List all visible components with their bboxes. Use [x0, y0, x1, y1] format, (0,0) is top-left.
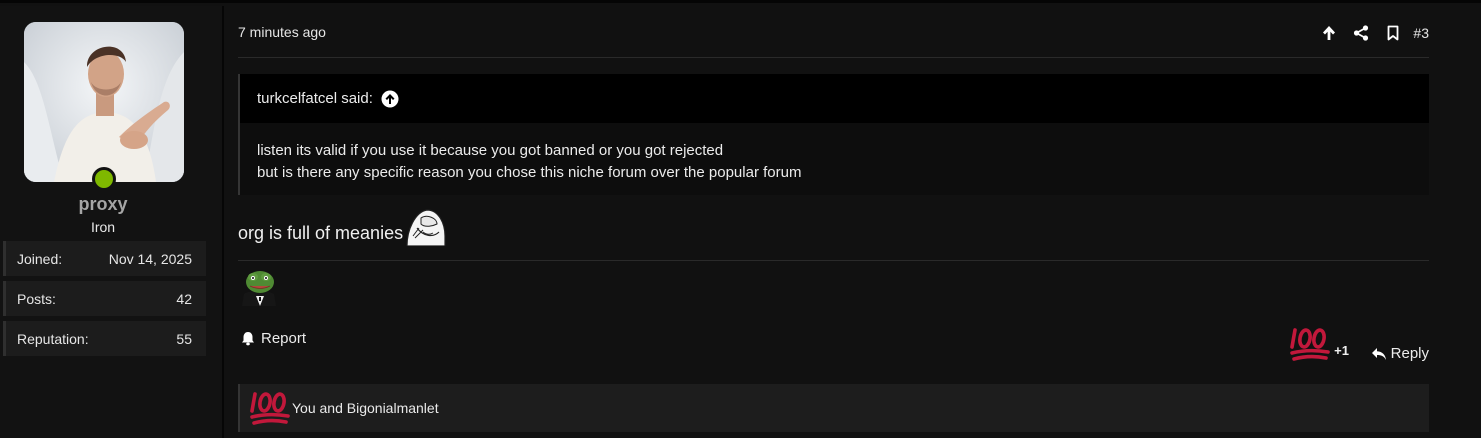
- post-header: 7 minutes ago #3: [238, 6, 1429, 58]
- stat-value: 42: [176, 290, 192, 307]
- reaction-summary-button[interactable]: +1: [1290, 326, 1349, 362]
- reply-icon: [1371, 347, 1386, 360]
- stat-label: Posts:: [17, 290, 56, 307]
- pepe-signature-image: [242, 271, 276, 306]
- bookmark-icon[interactable]: [1377, 22, 1409, 44]
- quote-line: listen its valid if you use it because y…: [257, 142, 724, 159]
- reactions-bar[interactable]: You and Bigonialmanlet: [238, 384, 1429, 432]
- arrow-up-icon[interactable]: [1313, 22, 1345, 44]
- avatar-image: [24, 22, 184, 182]
- stat-posts: Posts: 42: [3, 281, 206, 316]
- reply-button[interactable]: Reply: [1371, 345, 1429, 362]
- stat-label: Reputation:: [17, 330, 89, 347]
- stat-value: 55: [176, 330, 192, 347]
- stat-value: Nov 14, 2025: [108, 250, 192, 267]
- reactions-users[interactable]: You and Bigonialmanlet: [292, 400, 439, 416]
- quote-author[interactable]: turkcelfatcel said:: [257, 90, 373, 107]
- post: 7 minutes ago #3 turkcelfatcel said: lis…: [224, 6, 1481, 438]
- username[interactable]: proxy: [0, 194, 206, 215]
- quote-block: turkcelfatcel said: listen its valid if …: [238, 74, 1429, 195]
- online-status-indicator: [92, 167, 116, 191]
- user-title: Iron: [90, 219, 116, 235]
- reaction-count: +1: [1334, 343, 1349, 358]
- stat-label: Joined:: [17, 250, 63, 267]
- post-date[interactable]: 7 minutes ago: [238, 24, 326, 40]
- facepalm-emoji: [406, 209, 446, 246]
- quote-header: turkcelfatcel said:: [240, 74, 1429, 123]
- post-message: org is full of meanies: [238, 206, 447, 246]
- quote-line: but is there any specific reason you cho…: [257, 164, 802, 181]
- message-text: org is full of meanies: [238, 223, 404, 243]
- stat-joined: Joined: Nov 14, 2025: [3, 241, 206, 276]
- go-to-quoted-post-icon[interactable]: [381, 90, 399, 108]
- user-column: proxy Iron Joined: Nov 14, 2025 Posts: 4…: [0, 6, 222, 438]
- hundred-points-icon: [250, 392, 290, 425]
- signature-separator: [238, 260, 1429, 261]
- reply-label: Reply: [1390, 345, 1429, 362]
- report-label: Report: [261, 330, 307, 347]
- share-icon[interactable]: [1345, 22, 1377, 44]
- page-frame: proxy Iron Joined: Nov 14, 2025 Posts: 4…: [0, 0, 1481, 438]
- post-number[interactable]: #3: [1413, 25, 1429, 41]
- hundred-points-icon: [1290, 328, 1330, 361]
- avatar[interactable]: [24, 22, 184, 182]
- post-header-actions: #3: [1313, 22, 1429, 44]
- quote-body: listen its valid if you use it because y…: [240, 123, 1429, 184]
- report-button[interactable]: Report: [241, 330, 306, 347]
- bell-icon: [242, 332, 254, 346]
- stat-reputation: Reputation: 55: [3, 321, 206, 356]
